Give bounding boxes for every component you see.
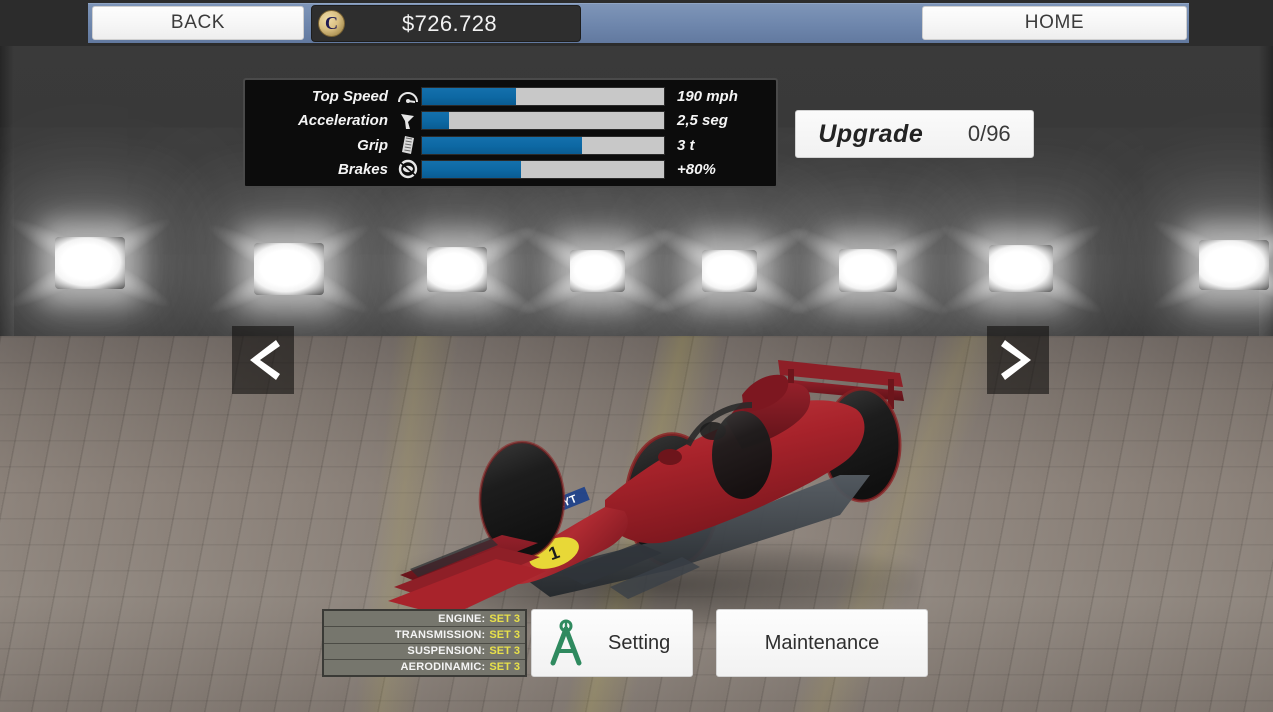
stat-label: Brakes (337, 160, 388, 178)
stat-value: 2,5 seg (677, 112, 728, 130)
stat-bar (421, 87, 665, 106)
stat-bar-fill (422, 136, 582, 154)
setting-button[interactable]: Setting (531, 609, 693, 677)
setup-row-transmission: TRANSMISSION: SET 3 (324, 627, 525, 644)
setup-row-suspension: SUSPENSION: SET 3 (324, 643, 525, 660)
stat-bar (421, 111, 665, 131)
money-amount: $726.728 (402, 10, 497, 36)
setup-summary-panel: ENGINE: SET 3 TRANSMISSION: SET 3 SUSPEN… (322, 609, 527, 677)
wall-left-edge (0, 0, 14, 336)
front-wing (388, 535, 546, 617)
stat-row-brakes: Brakes +80% (251, 158, 770, 181)
setup-key: AERODINAMIC: (400, 661, 486, 674)
chevron-left-icon (250, 340, 280, 380)
garage-lamp (1199, 240, 1269, 290)
pedal-icon (395, 110, 421, 132)
stat-bar-fill (422, 88, 517, 105)
stat-label: Top Speed (311, 88, 388, 105)
garage-lamp (570, 250, 625, 292)
garage-lamp (55, 237, 125, 289)
stat-row-acceleration: Acceleration 2,5 seg (251, 109, 770, 132)
back-button[interactable]: BACK (92, 6, 304, 40)
car-stats-panel: Top Speed 190 mph Acceleration 2,5 seg G… (243, 78, 778, 188)
game-screen: 1 1YT BACK C $726.728 HOME Top Speed 190… (0, 0, 1273, 712)
setup-row-engine: ENGINE: SET 3 (324, 611, 525, 628)
garage-lamp (254, 243, 324, 295)
f1-car-model[interactable]: 1 1YT (370, 325, 930, 625)
prev-car-button[interactable] (232, 326, 294, 394)
currency-panel: C $726.728 (311, 5, 581, 42)
garage-lamp (427, 247, 487, 292)
setup-key: SUSPENSION: (407, 645, 486, 658)
setup-value: SET 3 (489, 612, 520, 625)
setting-label: Setting (608, 631, 671, 654)
next-car-button[interactable] (987, 326, 1049, 394)
tire-tread-icon (395, 134, 421, 156)
stat-value: 3 t (677, 136, 695, 154)
front-tyre-right (712, 411, 772, 499)
speedometer-icon (395, 86, 421, 108)
stat-bar (421, 159, 665, 179)
stat-label: Grip (357, 136, 388, 154)
upgrade-count: 0/96 (967, 121, 1011, 146)
maintenance-button[interactable]: Maintenance (716, 609, 928, 677)
setup-value: SET 3 (489, 645, 520, 658)
upgrade-label: Upgrade (818, 119, 924, 148)
stat-value: +80% (677, 160, 716, 178)
maintenance-label: Maintenance (764, 631, 880, 654)
garage-lamp (702, 250, 757, 292)
stat-row-top-speed: Top Speed 190 mph (251, 85, 770, 108)
chevron-right-icon (1001, 340, 1031, 380)
stat-row-grip: Grip 3 t (251, 134, 770, 157)
upgrade-button[interactable]: Upgrade 0/96 (795, 110, 1034, 158)
coin-icon: C (318, 10, 345, 37)
stat-bar-fill (422, 160, 522, 178)
garage-lamp (989, 245, 1053, 292)
compass-divider-icon (550, 619, 582, 666)
brake-disc-icon (395, 158, 421, 180)
setup-key: TRANSMISSION: (394, 628, 486, 641)
setup-value: SET 3 (489, 661, 520, 674)
stat-bar-fill (422, 112, 449, 130)
home-button[interactable]: HOME (922, 6, 1187, 40)
garage-lamp (839, 249, 897, 292)
setup-key: ENGINE: (438, 612, 486, 625)
stat-value: 190 mph (677, 88, 738, 105)
setup-value: SET 3 (489, 628, 520, 641)
setup-row-aerodinamic: AERODINAMIC: SET 3 (324, 659, 525, 675)
stat-label: Acceleration (297, 112, 388, 130)
stat-bar (421, 135, 665, 155)
